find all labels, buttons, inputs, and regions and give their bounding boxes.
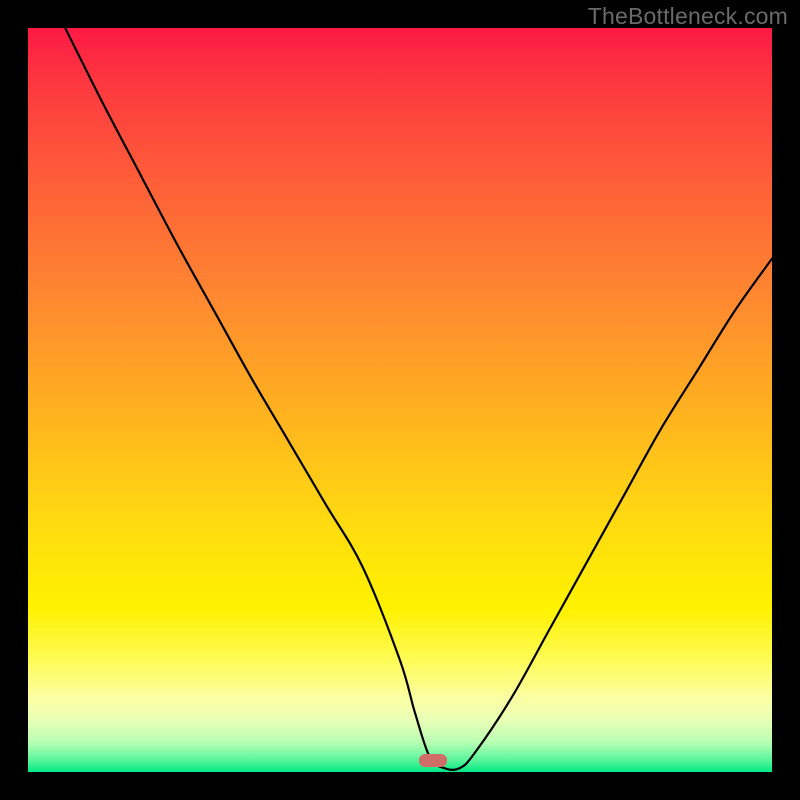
bottleneck-curve xyxy=(65,28,772,770)
chart-frame: TheBottleneck.com xyxy=(0,0,800,800)
plot-area xyxy=(28,28,772,772)
watermark-text: TheBottleneck.com xyxy=(588,3,788,30)
curve-svg xyxy=(28,28,772,772)
optimal-marker xyxy=(419,754,447,767)
